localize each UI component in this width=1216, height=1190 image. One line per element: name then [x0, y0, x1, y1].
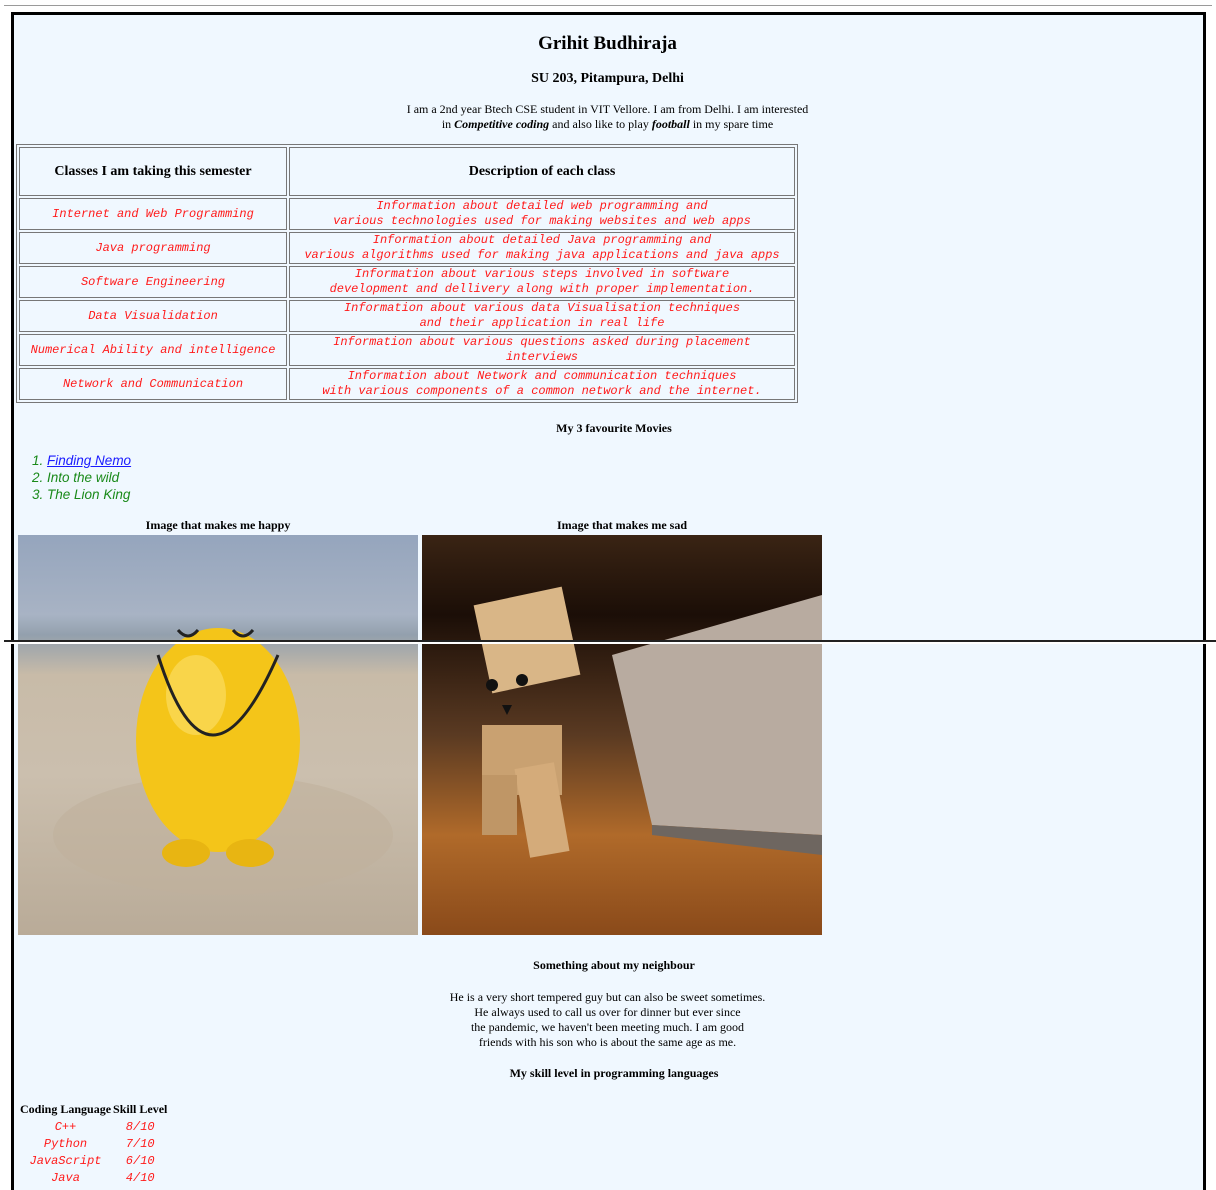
skills-table: Coding Language Skill Level C++ 8/10 Pyt…: [18, 1100, 169, 1187]
skill-cell: 7/10: [125, 1136, 155, 1151]
description-line: various technologies used for making web…: [333, 214, 751, 228]
description-line: Information about detailed web programmi…: [376, 199, 708, 213]
skill-cell: 4/10: [125, 1170, 155, 1185]
neighbour-title: Something about my neighbour: [533, 958, 695, 972]
table-row: Java 4/10: [20, 1170, 167, 1185]
table-row: Network and Communication Information ab…: [19, 368, 795, 400]
class-name: Network and Communication: [19, 368, 287, 400]
table-row: Numerical Ability and intelligence Infor…: [19, 334, 795, 366]
description-line: Information about various steps involved…: [354, 267, 730, 281]
class-name: Java programming: [19, 232, 287, 264]
neighbour-line: the pandemic, we haven't been meeting mu…: [470, 1020, 745, 1034]
class-name: Numerical Ability and intelligence: [19, 334, 287, 366]
list-item: 1. Finding Nemo: [32, 452, 131, 469]
skills-table-wrapper: Coding Language Skill Level C++ 8/10 Pyt…: [18, 1100, 169, 1187]
table-header-row: Coding Language Skill Level: [20, 1102, 167, 1117]
language-cell: C++: [54, 1119, 77, 1134]
class-name: Internet and Web Programming: [19, 198, 287, 230]
description-line: with various components of a common netw…: [322, 384, 762, 398]
neighbour-line: friends with his son who is about the sa…: [478, 1035, 737, 1049]
description-line: Information about various questions aske…: [333, 335, 751, 349]
class-description: Information about various questions aske…: [289, 334, 795, 366]
list-number: 1.: [32, 453, 44, 468]
table-row: JavaScript 6/10: [20, 1153, 167, 1168]
classes-table: Classes I am taking this semester Descri…: [16, 144, 798, 403]
about-paragraph: I am a 2nd year Btech CSE student in VIT…: [0, 102, 1215, 132]
description-line: development and dellivery along with pro…: [329, 282, 755, 296]
movies-list: 1. Finding Nemo 2. Into the wild 3. The …: [32, 452, 131, 503]
class-description: Information about various steps involved…: [289, 266, 795, 298]
skills-title: My skill level in programming languages: [509, 1066, 719, 1080]
class-description: Information about detailed Java programm…: [289, 232, 795, 264]
about-text: in my spare time: [689, 117, 774, 131]
neighbour-line: He is a very short tempered guy but can …: [449, 990, 766, 1004]
neighbour-paragraph: He is a very short tempered guy but can …: [0, 990, 1215, 1050]
table-row: Data Visualidation Information about var…: [19, 300, 795, 332]
description-line: various algorithms used for making java …: [304, 248, 780, 262]
movies-title: My 3 favourite Movies: [556, 421, 672, 435]
language-cell: Python: [43, 1136, 88, 1151]
address: SU 203, Pitampura, Delhi: [531, 71, 684, 86]
screenshot-seam-gap: [4, 642, 1216, 644]
language-cell: JavaScript: [29, 1153, 102, 1168]
about-em-football: football: [651, 117, 690, 131]
neighbour-line: He always used to call us over for dinne…: [474, 1005, 741, 1019]
table-header-row: Classes I am taking this semester Descri…: [19, 147, 795, 196]
movie-link-finding-nemo[interactable]: Finding Nemo: [47, 453, 131, 468]
table-row: Python 7/10: [20, 1136, 167, 1151]
sad-image-caption: Image that makes me sad: [557, 518, 687, 532]
description-line: and their application in real life: [419, 316, 665, 330]
top-rule: [4, 5, 1212, 6]
description-line: interviews: [505, 350, 578, 364]
about-em-coding: Competitive coding: [454, 117, 550, 131]
page-title: Grihit Budhiraja: [538, 33, 677, 54]
class-name: Data Visualidation: [19, 300, 287, 332]
sad-image: [422, 535, 822, 935]
about-text: and also like to play: [549, 117, 652, 131]
class-description: Information about Network and communicat…: [289, 368, 795, 400]
language-cell: Java: [51, 1170, 80, 1185]
table-row: Java programming Information about detai…: [19, 232, 795, 264]
class-name: Software Engineering: [19, 266, 287, 298]
description-line: Information about various data Visualisa…: [343, 301, 741, 315]
about-line-1: I am a 2nd year Btech CSE student in VIT…: [406, 102, 809, 116]
skill-cell: 6/10: [125, 1153, 155, 1168]
table-header: Classes I am taking this semester: [19, 147, 287, 196]
list-number: 3.: [32, 487, 44, 502]
list-number: 2.: [32, 470, 44, 485]
class-description: Information about detailed web programmi…: [289, 198, 795, 230]
description-line: Information about detailed Java programm…: [372, 233, 712, 247]
table-header: Description of each class: [289, 147, 795, 196]
table-header: Coding Language: [20, 1102, 112, 1116]
table-row: Software Engineering Information about v…: [19, 266, 795, 298]
happy-image-caption: Image that makes me happy: [145, 518, 291, 532]
table-header: Skill Level: [113, 1102, 168, 1116]
happy-image: [18, 535, 418, 935]
about-text: in: [441, 117, 455, 131]
description-line: Information about Network and communicat…: [347, 369, 737, 383]
movie-title: The Lion King: [47, 487, 131, 502]
table-row: C++ 8/10: [20, 1119, 167, 1134]
skill-cell: 8/10: [125, 1119, 155, 1134]
movie-title: Into the wild: [47, 470, 120, 485]
list-item: 3. The Lion King: [32, 486, 131, 503]
table-row: Internet and Web Programming Information…: [19, 198, 795, 230]
class-description: Information about various data Visualisa…: [289, 300, 795, 332]
list-item: 2. Into the wild: [32, 469, 131, 486]
